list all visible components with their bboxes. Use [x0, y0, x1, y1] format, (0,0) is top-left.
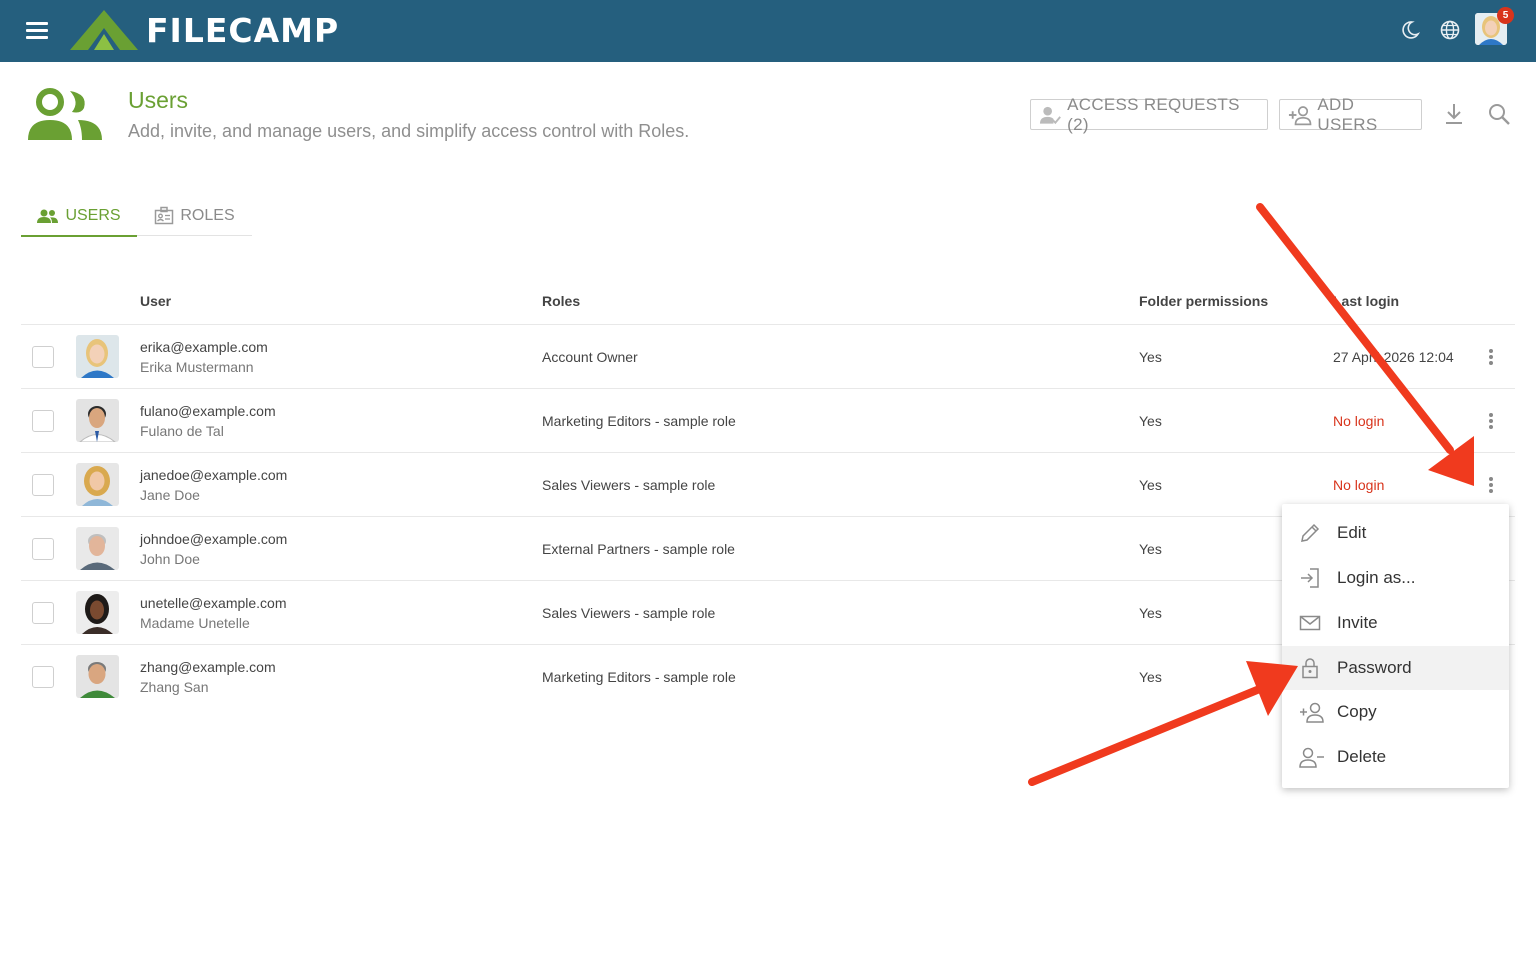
- folder-permissions: Yes: [1139, 349, 1162, 365]
- user-role: External Partners - sample role: [542, 541, 735, 557]
- avatar: [76, 335, 119, 378]
- folder-permissions: Yes: [1139, 413, 1162, 429]
- row-checkbox[interactable]: [32, 602, 54, 624]
- folder-permissions: Yes: [1139, 541, 1162, 557]
- user-role: Marketing Editors - sample role: [542, 669, 736, 685]
- menu-item-invite[interactable]: Invite: [1282, 601, 1509, 645]
- tab-roles[interactable]: ROLES: [137, 196, 252, 236]
- user-name: Fulano de Tal: [140, 423, 224, 439]
- avatar: [76, 655, 119, 698]
- folder-permissions: Yes: [1139, 477, 1162, 493]
- user-name: Erika Mustermann: [140, 359, 254, 375]
- page-subtitle: Add, invite, and manage users, and simpl…: [128, 121, 690, 141]
- lock-icon: [1302, 658, 1318, 679]
- copy-user-icon: [1300, 702, 1324, 723]
- row-checkbox[interactable]: [32, 538, 54, 560]
- language-globe-icon[interactable]: [1439, 19, 1461, 41]
- user-role: Account Owner: [542, 349, 638, 365]
- user-name: John Doe: [140, 551, 200, 567]
- add-users-label: ADD USERS: [1317, 94, 1378, 134]
- user-email[interactable]: janedoe@example.com: [140, 467, 287, 483]
- menu-item-label: Edit: [1337, 523, 1367, 542]
- user-email[interactable]: fulano@example.com: [140, 403, 276, 419]
- user-check-icon: [1039, 106, 1061, 124]
- menu-icon[interactable]: [26, 22, 48, 40]
- row-actions-menu: Edit Login as... Invite Password Copy De…: [1282, 504, 1509, 788]
- user-role: Sales Viewers - sample role: [542, 605, 716, 621]
- row-actions-kebab-icon[interactable]: [1482, 411, 1500, 431]
- avatar: [76, 463, 119, 506]
- access-requests-label: ACCESS REQUESTS (2): [1067, 94, 1240, 134]
- login-icon: [1301, 568, 1319, 588]
- menu-item-label: Delete: [1337, 747, 1387, 766]
- row-actions-kebab-icon[interactable]: [1482, 347, 1500, 367]
- user-name: Madame Unetelle: [140, 615, 250, 631]
- menu-item-delete[interactable]: Delete: [1282, 735, 1509, 779]
- last-login: No login: [1333, 477, 1385, 493]
- menu-item-label: Login as...: [1337, 568, 1416, 587]
- user-email[interactable]: zhang@example.com: [140, 659, 276, 675]
- roles-badge-icon: [155, 206, 174, 225]
- column-header-folder-permissions[interactable]: Folder permissions: [1139, 293, 1268, 309]
- row-actions-kebab-icon[interactable]: [1482, 475, 1500, 495]
- pencil-icon: [1301, 523, 1320, 542]
- user-email[interactable]: johndoe@example.com: [140, 531, 287, 547]
- tab-users[interactable]: USERS: [21, 196, 137, 237]
- page-title: Users: [128, 87, 189, 113]
- users-header-icon: [28, 88, 102, 140]
- users-tab-icon: [37, 209, 59, 223]
- dark-mode-icon[interactable]: [1399, 19, 1421, 41]
- notification-badge[interactable]: 5: [1497, 7, 1514, 24]
- arrow-to-password: [1028, 684, 1266, 786]
- tab-users-label: USERS: [65, 206, 121, 224]
- avatar: [76, 591, 119, 634]
- menu-item-edit[interactable]: Edit: [1282, 511, 1509, 555]
- row-checkbox[interactable]: [32, 666, 54, 688]
- menu-item-label: Password: [1337, 658, 1412, 677]
- table-divider: [21, 452, 1515, 453]
- filecamp-logo[interactable]: FILECAMP: [68, 8, 339, 52]
- last-login: 27 April 2026 12:04: [1333, 349, 1454, 365]
- menu-item-login-as[interactable]: Login as...: [1282, 556, 1509, 600]
- add-user-icon: [1288, 105, 1312, 125]
- brand-name: FILECAMP: [146, 10, 340, 50]
- user-role: Marketing Editors - sample role: [542, 413, 736, 429]
- user-email[interactable]: erika@example.com: [140, 339, 268, 355]
- menu-item-copy[interactable]: Copy: [1282, 690, 1509, 734]
- avatar: [76, 527, 119, 570]
- tab-roles-label: ROLES: [180, 207, 235, 224]
- logo-mark-icon: [70, 10, 138, 50]
- download-icon[interactable]: [1441, 101, 1467, 127]
- add-users-button[interactable]: ADD USERS: [1279, 95, 1422, 134]
- folder-permissions: Yes: [1139, 605, 1162, 621]
- arrow-head-kebab: [1428, 436, 1474, 486]
- table-divider: [21, 324, 1515, 325]
- last-login: No login: [1333, 413, 1385, 429]
- table-divider: [21, 388, 1515, 389]
- folder-permissions: Yes: [1139, 669, 1162, 685]
- remove-user-icon: [1299, 747, 1324, 768]
- row-checkbox[interactable]: [32, 410, 54, 432]
- user-name: Jane Doe: [140, 487, 200, 503]
- menu-item-label: Copy: [1337, 702, 1377, 721]
- user-email[interactable]: unetelle@example.com: [140, 595, 287, 611]
- row-checkbox[interactable]: [32, 474, 54, 496]
- user-role: Sales Viewers - sample role: [542, 477, 716, 493]
- column-header-last-login[interactable]: Last login: [1333, 293, 1399, 309]
- access-requests-button[interactable]: ACCESS REQUESTS (2): [1030, 95, 1268, 134]
- column-header-user[interactable]: User: [140, 293, 171, 309]
- menu-item-label: Invite: [1337, 613, 1378, 632]
- top-bar: FILECAMP 5: [0, 0, 1536, 62]
- mail-icon: [1299, 615, 1321, 631]
- menu-item-password[interactable]: Password: [1282, 646, 1509, 690]
- user-name: Zhang San: [140, 679, 209, 695]
- row-checkbox[interactable]: [32, 346, 54, 368]
- search-icon[interactable]: [1486, 101, 1512, 127]
- column-header-roles[interactable]: Roles: [542, 293, 580, 309]
- avatar: [76, 399, 119, 442]
